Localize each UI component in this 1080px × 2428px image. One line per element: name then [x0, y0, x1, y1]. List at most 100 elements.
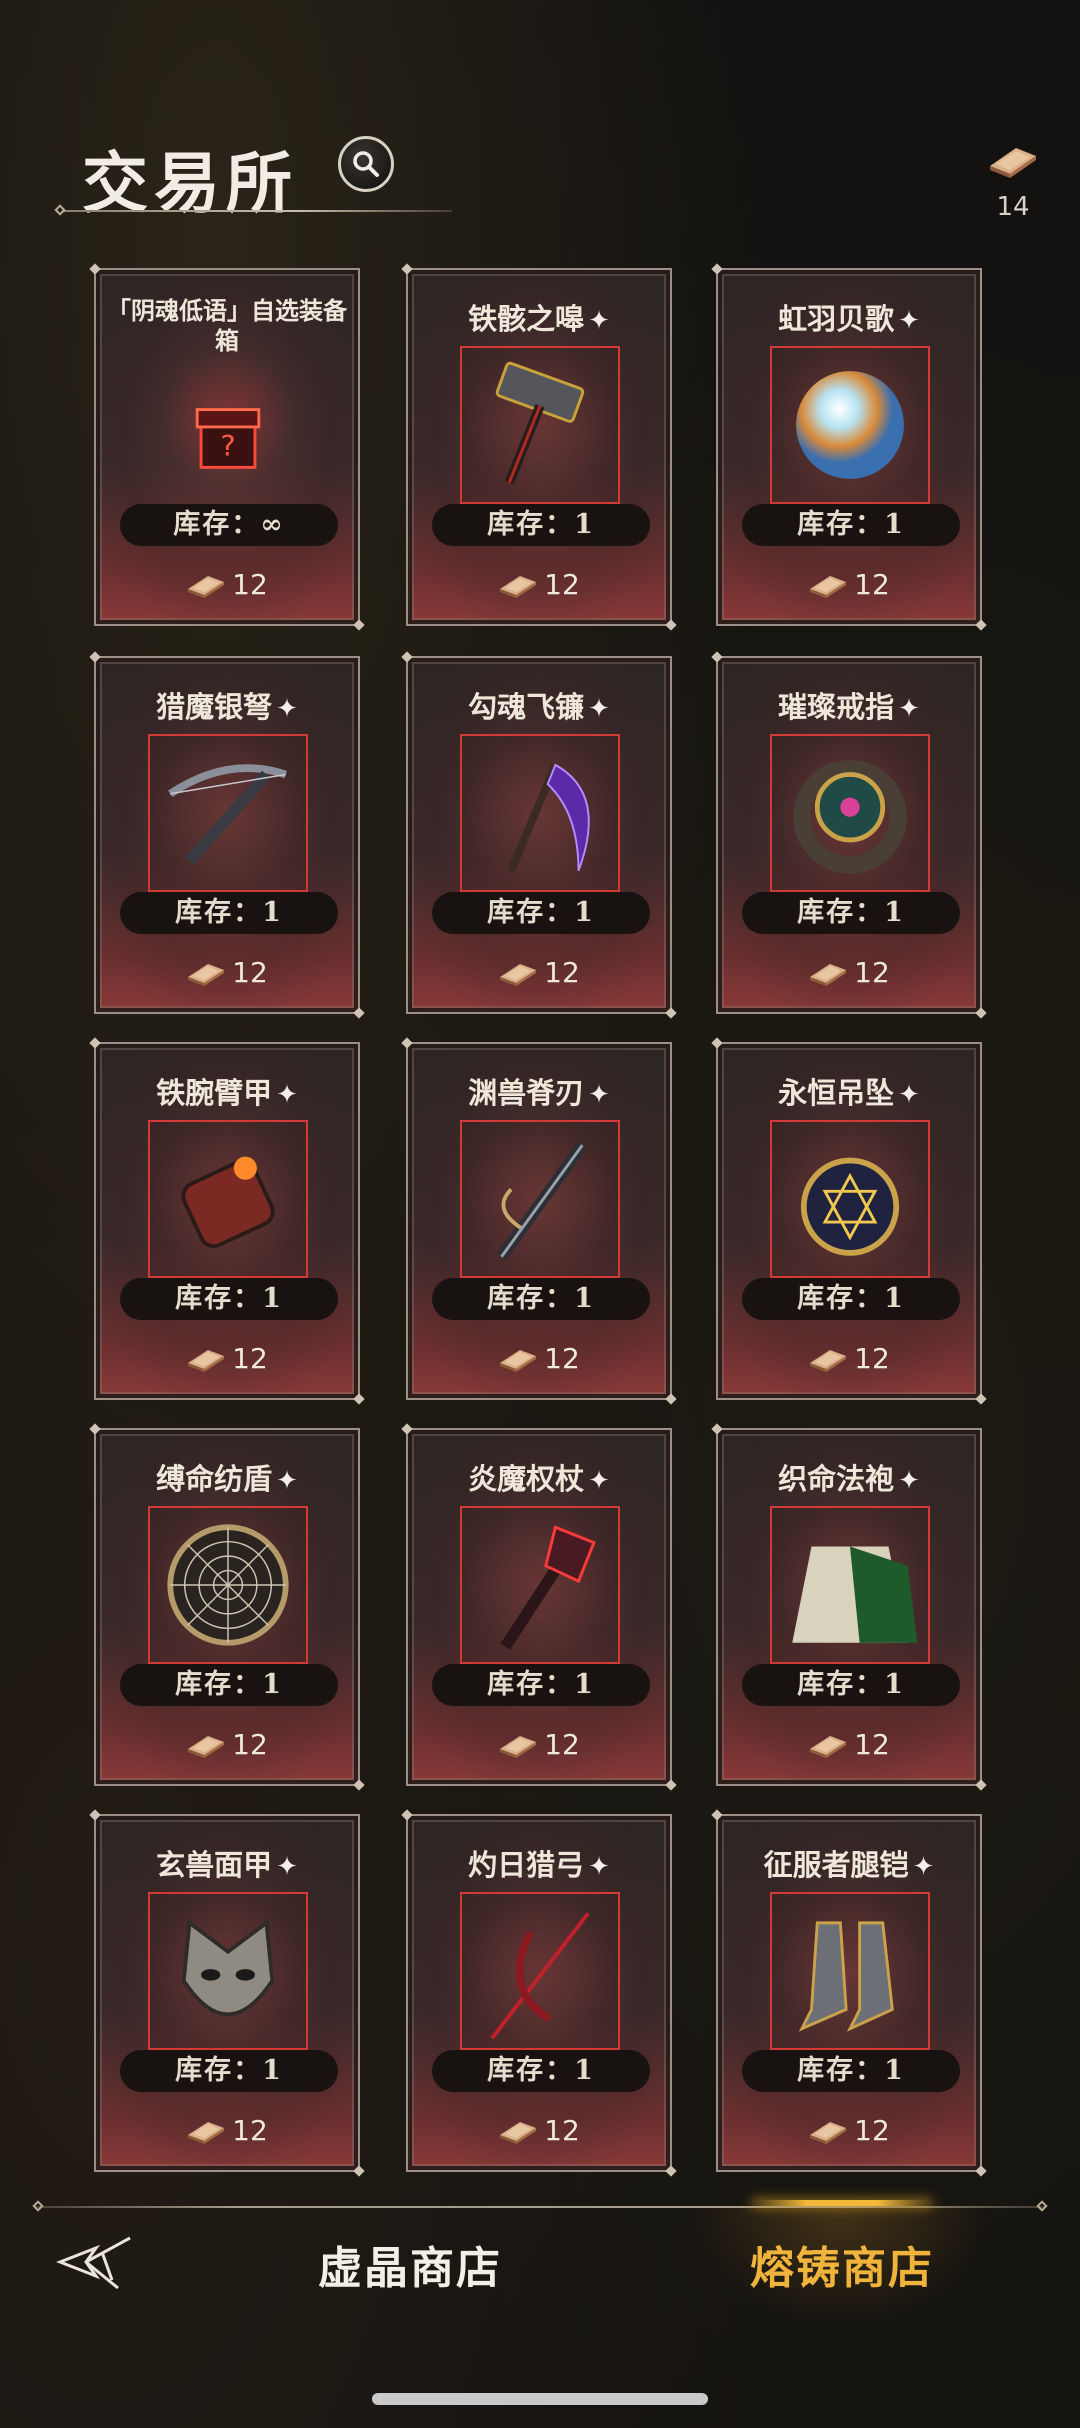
- currency-display: 14: [978, 140, 1048, 250]
- stock-label: 库存：1: [742, 504, 960, 546]
- price-value: 12: [232, 1342, 268, 1375]
- stock-label: 库存：1: [432, 2050, 650, 2092]
- item-name-text: 勾魂飞镰: [468, 690, 585, 724]
- stock-label: 库存：1: [432, 1278, 650, 1320]
- stock-label: 库存：1: [432, 504, 650, 546]
- blade-icon: [496, 1141, 588, 1261]
- price-value: 12: [232, 2114, 268, 2147]
- back-arrow-icon: [55, 2236, 131, 2290]
- item-image-frame: [460, 1892, 620, 2050]
- item-image-frame: [770, 1506, 930, 1664]
- ingot-icon: [810, 1349, 847, 1372]
- ingot-icon: [500, 1349, 537, 1372]
- home-indicator[interactable]: [372, 2393, 708, 2405]
- item-card[interactable]: 缚命纺盾 ✦ 库存：1 12: [94, 1428, 360, 1786]
- tab-crystal-shop[interactable]: 虚晶商店: [318, 2232, 502, 2296]
- price: 12: [718, 2114, 980, 2154]
- ingot-icon: [500, 963, 537, 986]
- item-card[interactable]: 璀璨戒指 ✦ 库存：1 12: [716, 656, 982, 1014]
- item-name-text: 铁骸之嗥: [468, 302, 585, 336]
- back-button[interactable]: [55, 2230, 136, 2294]
- ingot-icon: [810, 575, 847, 598]
- item-name-text: 灼日猎弓: [468, 1848, 585, 1882]
- item-name: 璀璨戒指 ✦: [718, 684, 980, 726]
- item-image-frame: [148, 734, 308, 892]
- price: 12: [718, 568, 980, 608]
- item-image-frame: [460, 734, 620, 892]
- item-name-text: 永恒吊坠: [778, 1076, 895, 1110]
- item-card[interactable]: 虹羽贝歌 ✦ 库存：1 12: [716, 268, 982, 626]
- item-card[interactable]: 炎魔权杖 ✦ 库存：1 12: [406, 1428, 672, 1786]
- price: 12: [718, 1342, 980, 1382]
- ingot-icon: [188, 963, 225, 986]
- item-name: 永恒吊坠 ✦: [718, 1070, 980, 1112]
- bow-icon: [490, 1912, 590, 2040]
- price: 12: [96, 1728, 358, 1768]
- price: 12: [408, 1342, 670, 1382]
- item-name-text: 征服者腿铠: [763, 1848, 909, 1882]
- price: 12: [718, 956, 980, 996]
- item-card[interactable]: 永恒吊坠 ✦ 库存：1 12: [716, 1042, 982, 1400]
- item-name-text: 缚命纺盾: [156, 1462, 273, 1496]
- bracer-icon: [181, 1156, 275, 1249]
- item-image-frame: [148, 1120, 308, 1278]
- stock-label: 库存：∞: [120, 504, 338, 546]
- star-icon: ✦: [898, 1466, 920, 1496]
- price: 12: [408, 1728, 670, 1768]
- item-card[interactable]: 织命法袍 ✦ 库存：1 12: [716, 1428, 982, 1786]
- price-value: 12: [854, 568, 890, 601]
- item-name-text: 璀璨戒指: [778, 690, 895, 724]
- active-tab-indicator: [752, 2200, 932, 2206]
- item-card[interactable]: 「阴魂低语」自选装备箱? 库存：∞ 12: [94, 268, 360, 626]
- item-name-text: 铁腕臂甲: [156, 1076, 273, 1110]
- search-button[interactable]: [338, 136, 394, 192]
- stock-label: 库存：1: [742, 1278, 960, 1320]
- star-icon: ✦: [588, 1852, 610, 1882]
- item-card[interactable]: 灼日猎弓 ✦ 库存：1 12: [406, 1814, 672, 2172]
- item-card[interactable]: 铁骸之嗥 ✦ 库存：1 12: [406, 268, 672, 626]
- ingot-icon: [500, 2121, 537, 2144]
- tab-forge-shop[interactable]: 熔铸商店: [750, 2232, 934, 2296]
- star-icon: ✦: [898, 306, 920, 336]
- star-icon: ✦: [276, 1466, 298, 1496]
- item-card[interactable]: 勾魂飞镰 ✦ 库存：1 12: [406, 656, 672, 1014]
- stock-label: 库存：1: [742, 892, 960, 934]
- price: 12: [96, 2114, 358, 2154]
- item-card[interactable]: 征服者腿铠 ✦ 库存：1 12: [716, 1814, 982, 2172]
- star-icon: ✦: [588, 1466, 610, 1496]
- item-image-frame: [770, 734, 930, 892]
- price-value: 12: [232, 1728, 268, 1761]
- item-name-text: 炎魔权杖: [468, 1462, 585, 1496]
- item-card[interactable]: 铁腕臂甲 ✦ 库存：1 12: [94, 1042, 360, 1400]
- item-card[interactable]: 渊兽脊刃 ✦ 库存：1 12: [406, 1042, 672, 1400]
- svg-text:?: ?: [220, 429, 235, 463]
- stock-label: 库存：1: [120, 892, 338, 934]
- header: 交易所 14: [0, 120, 1080, 230]
- price: 12: [718, 1728, 980, 1768]
- scythe-icon: [507, 763, 590, 873]
- item-name: 渊兽脊刃 ✦: [408, 1070, 670, 1112]
- pendant-icon: [800, 1157, 900, 1256]
- currency-count: 14: [996, 192, 1030, 222]
- star-icon: ✦: [588, 306, 610, 336]
- item-card[interactable]: 猎魔银弩 ✦ 库存：1 12: [94, 656, 360, 1014]
- price: 12: [96, 568, 358, 608]
- item-image-frame: [148, 1506, 308, 1664]
- ingot-icon: [188, 1735, 225, 1758]
- price-value: 12: [544, 568, 580, 601]
- item-image-frame: [770, 346, 930, 504]
- price-value: 12: [544, 1728, 580, 1761]
- stock-label: 库存：1: [120, 1664, 338, 1706]
- item-image-frame: ?: [148, 346, 308, 504]
- price-value: 12: [232, 956, 268, 989]
- item-card[interactable]: 玄兽面甲 ✦ 库存：1 12: [94, 1814, 360, 2172]
- item-name: 猎魔银弩 ✦: [96, 684, 358, 726]
- ingot-icon: [188, 2121, 225, 2144]
- greaves-icon: [798, 1921, 894, 2032]
- item-image-frame: [460, 346, 620, 504]
- price-value: 12: [854, 956, 890, 989]
- item-name: 铁腕臂甲 ✦: [96, 1070, 358, 1112]
- stock-label: 库存：1: [120, 1278, 338, 1320]
- price: 12: [408, 2114, 670, 2154]
- item-image-frame: [460, 1506, 620, 1664]
